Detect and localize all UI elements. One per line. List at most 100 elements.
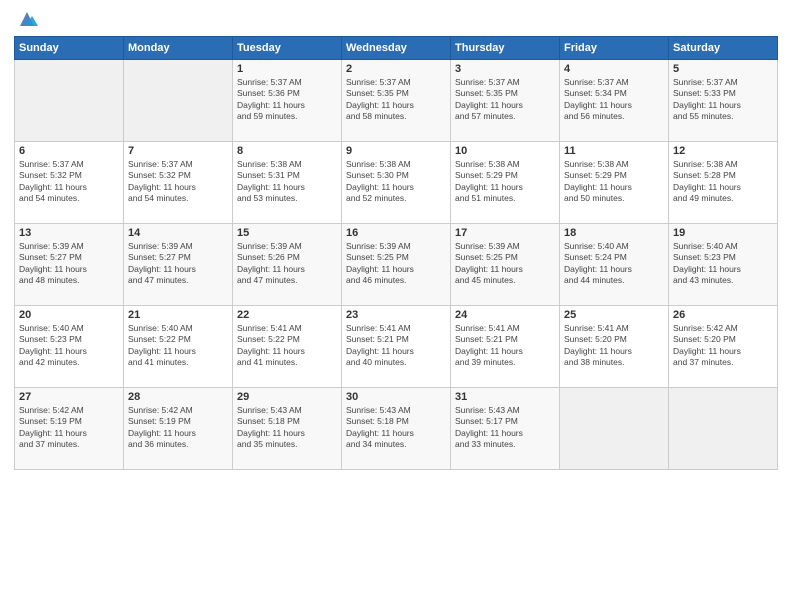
day-number: 9 — [346, 145, 446, 157]
calendar-cell: 19 Sunrise: 5:40 AM Sunset: 5:23 PM Dayli… — [669, 224, 778, 306]
day-info: Sunrise: 5:39 AM Sunset: 5:26 PM Dayligh… — [237, 241, 337, 287]
column-header-wednesday: Wednesday — [342, 37, 451, 60]
day-info: Sunrise: 5:40 AM Sunset: 5:22 PM Dayligh… — [128, 323, 228, 369]
day-number: 19 — [673, 227, 773, 239]
calendar-header-row: SundayMondayTuesdayWednesdayThursdayFrid… — [15, 37, 778, 60]
day-info: Sunrise: 5:41 AM Sunset: 5:20 PM Dayligh… — [564, 323, 664, 369]
calendar-cell: 16Sunrise: 5:39 AM Sunset: 5:25 PM Dayli… — [342, 224, 451, 306]
calendar-cell: 27 Sunrise: 5:42 AM Sunset: 5:19 PM Dayli… — [15, 388, 124, 470]
day-info: Sunrise: 5:38 AM Sunset: 5:30 PM Dayligh… — [346, 159, 446, 205]
day-number: 31 — [455, 391, 555, 403]
day-number: 13 — [19, 227, 119, 239]
day-info: Sunrise: 5:38 AM Sunset: 5:29 PM Dayligh… — [564, 159, 664, 205]
calendar-cell — [560, 388, 669, 470]
calendar-week-row: 6 Sunrise: 5:37 AM Sunset: 5:32 PM Daylig… — [15, 142, 778, 224]
day-number: 14 — [128, 227, 228, 239]
day-info: Sunrise: 5:40 AM Sunset: 5:24 PM Dayligh… — [564, 241, 664, 287]
day-info: Sunrise: 5:39 AM Sunset: 5:27 PM Dayligh… — [19, 241, 119, 287]
calendar-table: SundayMondayTuesdayWednesdayThursdayFrid… — [14, 36, 778, 470]
day-number: 18 — [564, 227, 664, 239]
day-info: Sunrise: 5:37 AM Sunset: 5:34 PM Dayligh… — [564, 77, 664, 123]
calendar-cell: 4 Sunrise: 5:37 AM Sunset: 5:34 PM Daylig… — [560, 60, 669, 142]
day-info: Sunrise: 5:41 AM Sunset: 5:21 PM Dayligh… — [455, 323, 555, 369]
day-number: 5 — [673, 63, 773, 75]
column-header-saturday: Saturday — [669, 37, 778, 60]
day-number: 25 — [564, 309, 664, 321]
day-number: 8 — [237, 145, 337, 157]
day-info: Sunrise: 5:41 AM Sunset: 5:22 PM Dayligh… — [237, 323, 337, 369]
day-number: 28 — [128, 391, 228, 403]
logo-icon — [16, 10, 38, 28]
day-info: Sunrise: 5:42 AM Sunset: 5:19 PM Dayligh… — [19, 405, 119, 451]
calendar-cell: 6 Sunrise: 5:37 AM Sunset: 5:32 PM Daylig… — [15, 142, 124, 224]
day-info: Sunrise: 5:37 AM Sunset: 5:32 PM Dayligh… — [19, 159, 119, 205]
logo — [14, 10, 38, 28]
day-info: Sunrise: 5:43 AM Sunset: 5:18 PM Dayligh… — [237, 405, 337, 451]
day-info: Sunrise: 5:37 AM Sunset: 5:35 PM Dayligh… — [346, 77, 446, 123]
day-info: Sunrise: 5:40 AM Sunset: 5:23 PM Dayligh… — [673, 241, 773, 287]
day-number: 21 — [128, 309, 228, 321]
calendar-cell: 26 Sunrise: 5:42 AM Sunset: 5:20 PM Dayli… — [669, 306, 778, 388]
day-number: 12 — [673, 145, 773, 157]
calendar-cell: 29 Sunrise: 5:43 AM Sunset: 5:18 PM Dayli… — [233, 388, 342, 470]
day-info: Sunrise: 5:38 AM Sunset: 5:31 PM Dayligh… — [237, 159, 337, 205]
day-number: 6 — [19, 145, 119, 157]
calendar-cell: 15Sunrise: 5:39 AM Sunset: 5:26 PM Dayli… — [233, 224, 342, 306]
calendar-cell: 28 Sunrise: 5:42 AM Sunset: 5:19 PM Dayli… — [124, 388, 233, 470]
day-info: Sunrise: 5:43 AM Sunset: 5:17 PM Dayligh… — [455, 405, 555, 451]
day-number: 11 — [564, 145, 664, 157]
calendar-cell: 31 Sunrise: 5:43 AM Sunset: 5:17 PM Dayli… — [451, 388, 560, 470]
day-info: Sunrise: 5:42 AM Sunset: 5:19 PM Dayligh… — [128, 405, 228, 451]
calendar-cell: 10Sunrise: 5:38 AM Sunset: 5:29 PM Dayli… — [451, 142, 560, 224]
calendar-week-row: 13 Sunrise: 5:39 AM Sunset: 5:27 PM Dayli… — [15, 224, 778, 306]
calendar-cell: 11 Sunrise: 5:38 AM Sunset: 5:29 PM Dayli… — [560, 142, 669, 224]
calendar-cell: 17Sunrise: 5:39 AM Sunset: 5:25 PM Dayli… — [451, 224, 560, 306]
calendar-week-row: 1 Sunrise: 5:37 AM Sunset: 5:36 PM Daylig… — [15, 60, 778, 142]
day-info: Sunrise: 5:41 AM Sunset: 5:21 PM Dayligh… — [346, 323, 446, 369]
calendar-cell: 5 Sunrise: 5:37 AM Sunset: 5:33 PM Daylig… — [669, 60, 778, 142]
calendar-cell: 8 Sunrise: 5:38 AM Sunset: 5:31 PM Daylig… — [233, 142, 342, 224]
calendar-cell: 14 Sunrise: 5:39 AM Sunset: 5:27 PM Dayli… — [124, 224, 233, 306]
calendar-week-row: 27 Sunrise: 5:42 AM Sunset: 5:19 PM Dayli… — [15, 388, 778, 470]
column-header-monday: Monday — [124, 37, 233, 60]
day-number: 29 — [237, 391, 337, 403]
day-number: 26 — [673, 309, 773, 321]
column-header-tuesday: Tuesday — [233, 37, 342, 60]
day-info: Sunrise: 5:37 AM Sunset: 5:36 PM Dayligh… — [237, 77, 337, 123]
calendar-cell: 18 Sunrise: 5:40 AM Sunset: 5:24 PM Dayli… — [560, 224, 669, 306]
calendar-cell: 13 Sunrise: 5:39 AM Sunset: 5:27 PM Dayli… — [15, 224, 124, 306]
day-number: 22 — [237, 309, 337, 321]
day-number: 3 — [455, 63, 555, 75]
day-info: Sunrise: 5:37 AM Sunset: 5:33 PM Dayligh… — [673, 77, 773, 123]
calendar-cell — [669, 388, 778, 470]
calendar-cell: 22 Sunrise: 5:41 AM Sunset: 5:22 PM Dayli… — [233, 306, 342, 388]
day-info: Sunrise: 5:39 AM Sunset: 5:25 PM Dayligh… — [346, 241, 446, 287]
day-info: Sunrise: 5:37 AM Sunset: 5:32 PM Dayligh… — [128, 159, 228, 205]
day-number: 30 — [346, 391, 446, 403]
day-info: Sunrise: 5:39 AM Sunset: 5:27 PM Dayligh… — [128, 241, 228, 287]
column-header-friday: Friday — [560, 37, 669, 60]
column-header-thursday: Thursday — [451, 37, 560, 60]
day-number: 24 — [455, 309, 555, 321]
day-number: 20 — [19, 309, 119, 321]
day-number: 23 — [346, 309, 446, 321]
day-info: Sunrise: 5:40 AM Sunset: 5:23 PM Dayligh… — [19, 323, 119, 369]
day-info: Sunrise: 5:38 AM Sunset: 5:28 PM Dayligh… — [673, 159, 773, 205]
calendar-page: SundayMondayTuesdayWednesdayThursdayFrid… — [0, 0, 792, 612]
calendar-cell: 3 Sunrise: 5:37 AM Sunset: 5:35 PM Daylig… — [451, 60, 560, 142]
calendar-cell: 23 Sunrise: 5:41 AM Sunset: 5:21 PM Dayli… — [342, 306, 451, 388]
day-info: Sunrise: 5:37 AM Sunset: 5:35 PM Dayligh… — [455, 77, 555, 123]
calendar-cell: 7Sunrise: 5:37 AM Sunset: 5:32 PM Daylig… — [124, 142, 233, 224]
day-number: 27 — [19, 391, 119, 403]
day-info: Sunrise: 5:42 AM Sunset: 5:20 PM Dayligh… — [673, 323, 773, 369]
calendar-cell: 12 Sunrise: 5:38 AM Sunset: 5:28 PM Dayli… — [669, 142, 778, 224]
page-header — [14, 10, 778, 28]
calendar-cell: 24 Sunrise: 5:41 AM Sunset: 5:21 PM Dayli… — [451, 306, 560, 388]
calendar-cell — [15, 60, 124, 142]
column-header-sunday: Sunday — [15, 37, 124, 60]
day-number: 4 — [564, 63, 664, 75]
calendar-cell: 25 Sunrise: 5:41 AM Sunset: 5:20 PM Dayli… — [560, 306, 669, 388]
calendar-week-row: 20 Sunrise: 5:40 AM Sunset: 5:23 PM Dayli… — [15, 306, 778, 388]
day-number: 1 — [237, 63, 337, 75]
calendar-cell: 30Sunrise: 5:43 AM Sunset: 5:18 PM Dayli… — [342, 388, 451, 470]
